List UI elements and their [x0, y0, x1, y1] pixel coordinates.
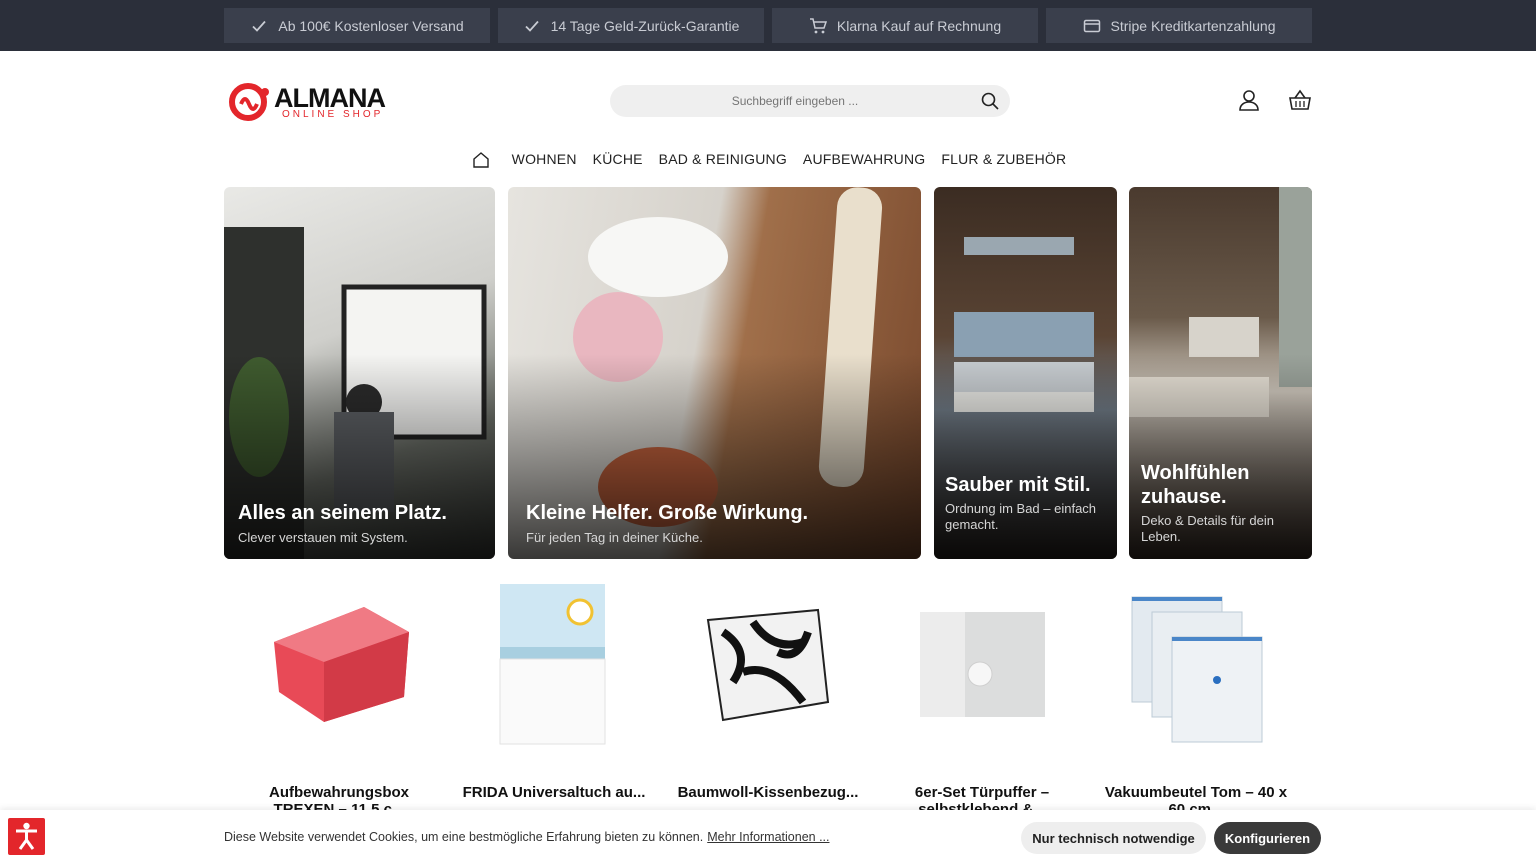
- logo[interactable]: ALMANA ONLINE SHOP: [228, 80, 398, 124]
- cookie-text-wrap: Diese Website verwendet Cookies, um eine…: [224, 830, 830, 844]
- accessibility-icon: [16, 822, 37, 850]
- check-icon: [252, 20, 267, 32]
- cookie-more-info-link[interactable]: Mehr Informationen ...: [707, 830, 829, 844]
- check-icon: [524, 20, 539, 32]
- product-name[interactable]: FRIDA Universaltuch au...: [454, 784, 654, 801]
- usp-bar: Ab 100€ Kostenloser Versand 14 Tage Geld…: [0, 0, 1536, 51]
- nav-item-aufbewahrung[interactable]: AUFBEWAHRUNG: [803, 151, 925, 167]
- usp-item-guarantee: 14 Tage Geld-Zurück-Garantie: [498, 8, 764, 43]
- main-nav: WOHNEN KÜCHE BAD & REINIGUNG AUFBEWAHRUN…: [0, 148, 1536, 170]
- usp-label: Stripe Kreditkartenzahlung: [1110, 17, 1276, 34]
- usp-label: 14 Tage Geld-Zurück-Garantie: [550, 17, 740, 34]
- search-input[interactable]: [610, 85, 1010, 117]
- usp-item-klarna: Klarna Kauf auf Rechnung: [772, 8, 1038, 43]
- home-icon[interactable]: [472, 150, 490, 168]
- banner-title: Sauber mit Stil.: [945, 474, 1091, 496]
- banner-subtitle: Ordnung im Bad – einfach gemacht.: [945, 501, 1097, 532]
- nav-item-wohnen[interactable]: WOHNEN: [512, 151, 577, 167]
- banner-subtitle: Für jeden Tag in deiner Küche.: [526, 530, 703, 545]
- banner-bath[interactable]: Sauber mit Stil. Ordnung im Bad – einfac…: [934, 187, 1117, 559]
- banner-storage[interactable]: Alles an seinem Platz. Clever verstauen …: [224, 187, 495, 559]
- almana-logo-icon: [229, 83, 269, 121]
- banner-title: Kleine Helfer. Große Wirkung.: [526, 502, 809, 524]
- usp-item-shipping: Ab 100€ Kostenloser Versand: [224, 8, 490, 43]
- product-image-cushion-cover[interactable]: [683, 582, 853, 752]
- cookie-configure-button[interactable]: Konfigurieren: [1214, 822, 1321, 854]
- product-image-vacuum-bag[interactable]: [1112, 582, 1282, 752]
- product-name[interactable]: Baumwoll-Kissenbezug...: [668, 784, 868, 801]
- nav-item-bad-reinigung[interactable]: BAD & REINIGUNG: [659, 151, 787, 167]
- banner-subtitle: Deko & Details für dein Leben.: [1141, 513, 1274, 544]
- account-icon[interactable]: [1237, 88, 1261, 112]
- banner-kitchen[interactable]: Kleine Helfer. Große Wirkung. Für jeden …: [508, 187, 921, 559]
- banner-home[interactable]: Wohlfühlen zuhause. Deko & Details für d…: [1129, 187, 1312, 559]
- banner-title: Alles an seinem Platz.: [238, 502, 447, 524]
- search-icon[interactable]: [980, 91, 1000, 111]
- cart-icon: [809, 17, 827, 33]
- cookie-banner: Diese Website verwendet Cookies, um eine…: [0, 810, 1536, 864]
- banner-shade: [224, 354, 495, 559]
- banner-title: Wohlfühlen zuhause.: [1141, 462, 1250, 508]
- usp-label: Ab 100€ Kostenloser Versand: [278, 17, 464, 34]
- usp-item-stripe: Stripe Kreditkartenzahlung: [1046, 8, 1312, 43]
- cookie-necessary-button[interactable]: Nur technisch notwendige: [1021, 822, 1206, 854]
- credit-card-icon: [1083, 19, 1100, 32]
- cookie-text: Diese Website verwendet Cookies, um eine…: [224, 830, 704, 844]
- product-image-door-stopper[interactable]: [898, 582, 1068, 752]
- logo-subtitle: ONLINE SHOP: [282, 109, 384, 120]
- banner-shade: [508, 354, 921, 559]
- product-image-storage-box[interactable]: [254, 582, 424, 752]
- basket-icon[interactable]: [1288, 88, 1312, 112]
- usp-label: Klarna Kauf auf Rechnung: [836, 17, 1002, 34]
- nav-item-kueche[interactable]: KÜCHE: [593, 151, 643, 167]
- nav-item-flur-zubehoer[interactable]: FLUR & ZUBEHÖR: [941, 151, 1066, 167]
- accessibility-button[interactable]: [8, 818, 45, 855]
- product-image-frida-cloth[interactable]: [470, 582, 640, 752]
- banner-subtitle: Clever verstauen mit System.: [238, 530, 408, 545]
